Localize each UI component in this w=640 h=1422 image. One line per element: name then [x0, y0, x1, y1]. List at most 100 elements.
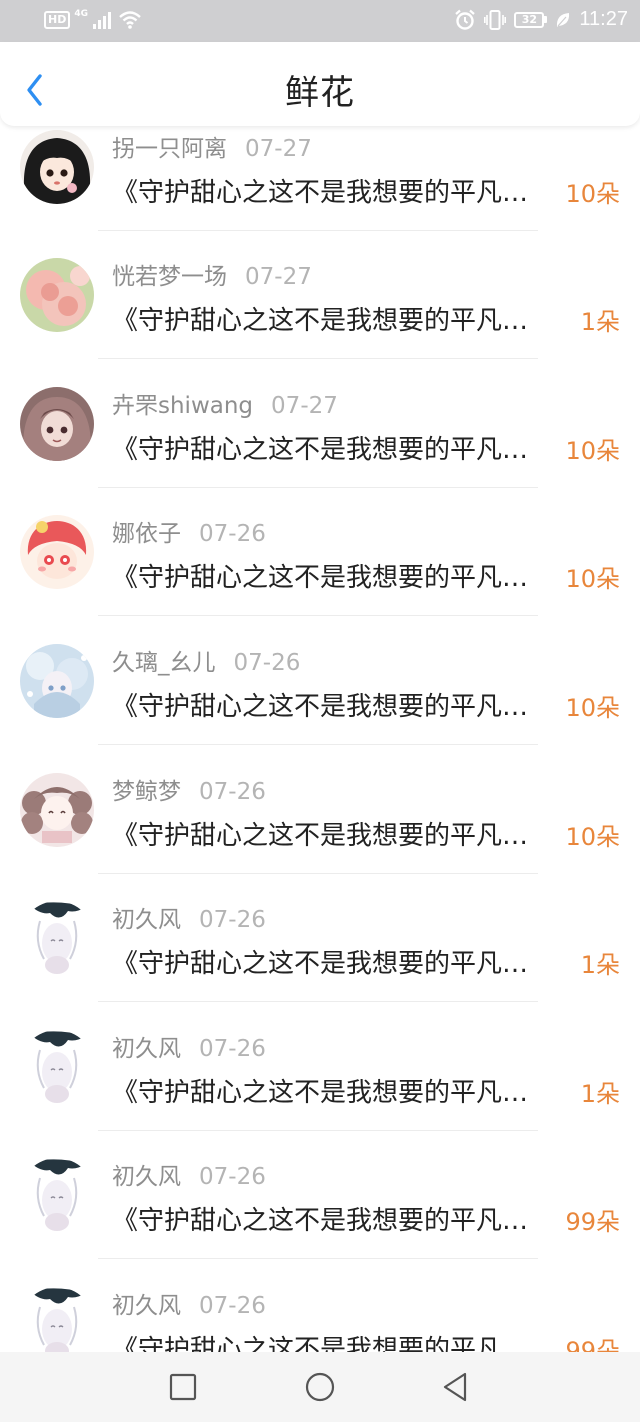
list-item[interactable]: 初久风 07-26 《守护甜心之这不是我想要的平凡生活》 99朵	[0, 1279, 640, 1352]
flower-gift-list: 拐一只阿离 07-27 《守护甜心之这不是我想要的平凡生活》 10朵 恍若梦一场 0…	[0, 126, 640, 1352]
status-left-icons: HD 4G	[44, 9, 142, 30]
battery-icon: 32	[514, 11, 548, 28]
hd-icon: HD	[44, 11, 71, 29]
back-triangle-icon	[443, 1372, 467, 1402]
username[interactable]: 初久风	[112, 1036, 181, 1062]
status-bar: HD 4G 32 11:27	[0, 0, 640, 42]
divider	[98, 358, 538, 359]
book-title[interactable]: 《守护甜心之这不是我想要的平凡生活》	[112, 1072, 552, 1109]
flower-count: 10朵	[565, 823, 620, 851]
list-item[interactable]: 恍若梦一场 07-27 《守护甜心之这不是我想要的平凡生活》 1朵	[0, 250, 640, 378]
username[interactable]: 初久风	[112, 1164, 181, 1190]
book-title[interactable]: 《守护甜心之这不是我想要的平凡生活》	[112, 300, 552, 337]
divider	[98, 744, 538, 745]
book-title[interactable]: 《守护甜心之这不是我想要的平凡生活》	[112, 172, 552, 209]
item-meta: 初久风 07-26	[112, 1286, 266, 1320]
gift-date: 07-26	[199, 1036, 266, 1062]
gift-date: 07-27	[271, 393, 338, 419]
username[interactable]: 娜依子	[112, 521, 181, 547]
avatar[interactable]	[20, 130, 94, 204]
item-meta: 娜依子 07-26	[112, 514, 266, 548]
vibrate-icon	[484, 9, 507, 30]
flower-count: 1朵	[580, 308, 620, 336]
leaf-icon	[557, 12, 570, 27]
book-title[interactable]: 《守护甜心之这不是我想要的平凡生活》	[112, 815, 552, 852]
gift-date: 07-26	[199, 1164, 266, 1190]
signal-icon	[93, 12, 111, 29]
system-back-button[interactable]	[438, 1370, 472, 1404]
item-meta: 拐一只阿离 07-27	[112, 129, 312, 163]
list-item[interactable]: 卉罘shiwang 07-27 《守护甜心之这不是我想要的平凡生活》 10朵	[0, 379, 640, 507]
flower-count: 99朵	[565, 1337, 620, 1352]
network-type-label: 4G	[74, 9, 88, 19]
divider	[98, 615, 538, 616]
divider	[98, 873, 538, 874]
gift-date: 07-26	[233, 650, 301, 676]
item-meta: 初久风 07-26	[112, 1157, 266, 1191]
avatar[interactable]	[20, 1030, 94, 1104]
avatar[interactable]	[20, 387, 94, 461]
list-item[interactable]: 初久风 07-26 《守护甜心之这不是我想要的平凡生活》 1朵	[0, 1022, 640, 1150]
avatar[interactable]	[20, 901, 94, 975]
status-right-icons: 32 11:27	[454, 8, 628, 31]
divider	[98, 487, 538, 488]
gift-date: 07-26	[199, 1293, 266, 1319]
gift-date: 07-27	[245, 264, 312, 290]
divider	[98, 230, 538, 231]
flower-count: 99朵	[565, 1208, 620, 1236]
avatar[interactable]	[20, 1287, 94, 1352]
book-title[interactable]: 《守护甜心之这不是我想要的平凡生活》	[112, 1329, 552, 1352]
gift-date: 07-27	[245, 136, 312, 162]
home-button[interactable]	[303, 1370, 337, 1404]
alarm-icon	[455, 9, 476, 30]
avatar[interactable]	[20, 258, 94, 332]
item-meta: 梦鲸梦 07-26	[112, 772, 266, 806]
item-meta: 初久风 07-26	[112, 900, 266, 934]
list-item[interactable]: 久璃_幺儿 07-26 《守护甜心之这不是我想要的平凡生活》 10朵	[0, 636, 640, 764]
page-title: 鲜花	[285, 73, 355, 113]
avatar[interactable]	[20, 1158, 94, 1232]
recents-button[interactable]	[166, 1370, 200, 1404]
book-title[interactable]: 《守护甜心之这不是我想要的平凡生活》	[112, 943, 552, 980]
list-item[interactable]: 初久风 07-26 《守护甜心之这不是我想要的平凡生活》 99朵	[0, 1150, 640, 1278]
item-meta: 久璃_幺儿 07-26	[112, 643, 300, 677]
username[interactable]: 初久风	[112, 1293, 181, 1319]
item-meta: 初久风 07-26	[112, 1029, 266, 1063]
list-item[interactable]: 初久风 07-26 《守护甜心之这不是我想要的平凡生活》 1朵	[0, 893, 640, 1021]
flower-count: 1朵	[580, 1080, 620, 1108]
home-circle-icon	[305, 1372, 335, 1402]
username[interactable]: 卉罘shiwang	[112, 393, 253, 419]
flower-count: 10朵	[565, 565, 620, 593]
username[interactable]: 恍若梦一场	[112, 264, 227, 290]
username[interactable]: 梦鲸梦	[112, 779, 181, 805]
avatar[interactable]	[20, 644, 94, 718]
book-title[interactable]: 《守护甜心之这不是我想要的平凡生活》	[112, 429, 552, 466]
wifi-icon	[119, 11, 141, 29]
recents-square-icon	[169, 1373, 197, 1401]
flower-count: 1朵	[580, 951, 620, 979]
list-item[interactable]: 娜依子 07-26 《守护甜心之这不是我想要的平凡生活》 10朵	[0, 507, 640, 635]
flower-count: 10朵	[565, 437, 620, 465]
list-item[interactable]: 拐一只阿离 07-27 《守护甜心之这不是我想要的平凡生活》 10朵	[0, 126, 640, 250]
username[interactable]: 初久风	[112, 907, 181, 933]
book-title[interactable]: 《守护甜心之这不是我想要的平凡生活》	[112, 1200, 552, 1237]
flower-count: 10朵	[565, 694, 620, 722]
avatar[interactable]	[20, 515, 94, 589]
item-meta: 卉罘shiwang 07-27	[112, 386, 338, 420]
username[interactable]: 拐一只阿离	[112, 136, 227, 162]
divider	[98, 1130, 538, 1131]
gift-date: 07-26	[199, 907, 266, 933]
item-meta: 恍若梦一场 07-27	[112, 257, 312, 291]
list-item[interactable]: 梦鲸梦 07-26 《守护甜心之这不是我想要的平凡生活》 10朵	[0, 765, 640, 893]
battery-level: 32	[514, 11, 545, 28]
book-title[interactable]: 《守护甜心之这不是我想要的平凡生活》	[112, 557, 552, 594]
divider	[98, 1258, 538, 1259]
status-time: 11:27	[579, 8, 628, 30]
gift-date: 07-26	[199, 779, 266, 805]
avatar[interactable]	[20, 773, 94, 847]
header-bar: 鲜花	[0, 42, 640, 126]
gift-date: 07-26	[199, 521, 266, 547]
book-title[interactable]: 《守护甜心之这不是我想要的平凡生活》	[112, 686, 552, 723]
username[interactable]: 久璃_幺儿	[112, 650, 216, 676]
flower-count: 10朵	[565, 180, 620, 208]
